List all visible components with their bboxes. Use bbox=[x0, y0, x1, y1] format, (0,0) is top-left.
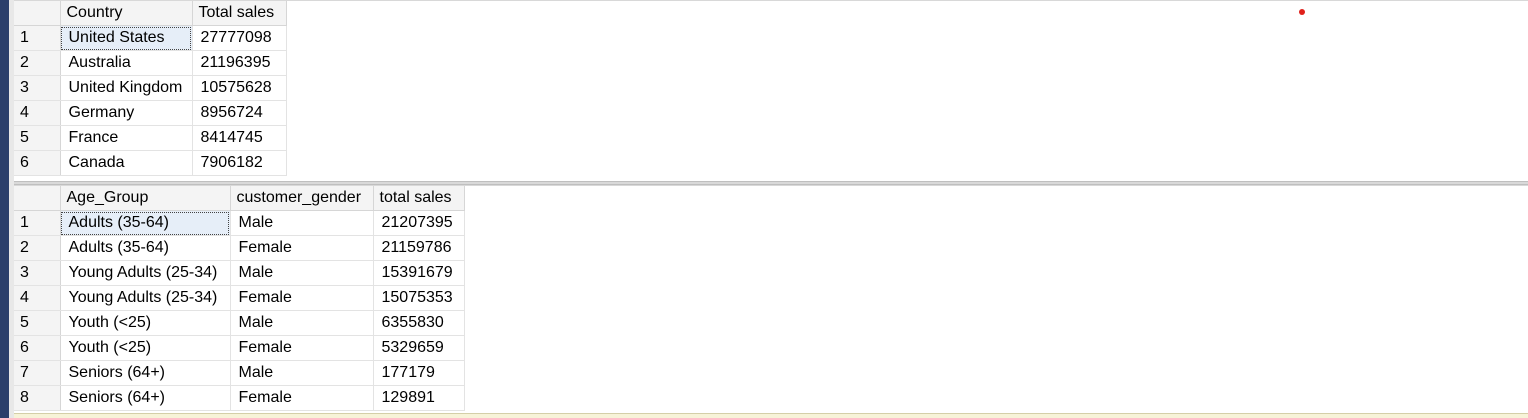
cell-total-sales[interactable]: 129891 bbox=[373, 385, 465, 411]
cell-country[interactable]: Germany bbox=[60, 100, 193, 126]
cell-age-group[interactable]: Seniors (64+) bbox=[60, 385, 231, 411]
row-number[interactable]: 7 bbox=[14, 360, 61, 386]
table-row[interactable]: 4 Young Adults (25-34) Female 15075353 bbox=[14, 285, 465, 311]
cell-age-group[interactable]: Young Adults (25-34) bbox=[60, 260, 231, 286]
cell-customer-gender[interactable]: Female bbox=[230, 235, 374, 261]
table-row[interactable]: 3 United Kingdom 10575628 bbox=[14, 75, 287, 101]
cell-country[interactable]: United Kingdom bbox=[60, 75, 193, 101]
row-number[interactable]: 1 bbox=[14, 210, 61, 236]
table-row[interactable]: 3 Young Adults (25-34) Male 15391679 bbox=[14, 260, 465, 286]
cell-customer-gender[interactable]: Female bbox=[230, 335, 374, 361]
header-row: Country Total sales bbox=[14, 1, 287, 26]
cell-age-group[interactable]: Youth (<25) bbox=[60, 335, 231, 361]
cell-total-sales[interactable]: 5329659 bbox=[373, 335, 465, 361]
cell-total-sales[interactable]: 27777098 bbox=[192, 25, 287, 51]
table-row[interactable]: 6 Canada 7906182 bbox=[14, 150, 287, 176]
row-number[interactable]: 6 bbox=[14, 150, 61, 176]
cell-total-sales[interactable]: 6355830 bbox=[373, 310, 465, 336]
row-number[interactable]: 6 bbox=[14, 335, 61, 361]
cell-customer-gender[interactable]: Male bbox=[230, 210, 374, 236]
cell-age-group[interactable]: Young Adults (25-34) bbox=[60, 285, 231, 311]
table-row[interactable]: 4 Germany 8956724 bbox=[14, 100, 287, 126]
row-number[interactable]: 5 bbox=[14, 310, 61, 336]
status-strip bbox=[14, 413, 1528, 418]
cell-total-sales[interactable]: 8414745 bbox=[192, 125, 287, 151]
cell-total-sales[interactable]: 10575628 bbox=[192, 75, 287, 101]
table-row[interactable]: 6 Youth (<25) Female 5329659 bbox=[14, 335, 465, 361]
table-row[interactable]: 2 Adults (35-64) Female 21159786 bbox=[14, 235, 465, 261]
cell-total-sales[interactable]: 21159786 bbox=[373, 235, 465, 261]
cell-age-group[interactable]: Seniors (64+) bbox=[60, 360, 231, 386]
cell-customer-gender[interactable]: Male bbox=[230, 260, 374, 286]
cell-total-sales[interactable]: 15075353 bbox=[373, 285, 465, 311]
row-number[interactable]: 4 bbox=[14, 285, 61, 311]
results-window: Country Total sales 1 United States 2777… bbox=[0, 0, 1528, 418]
row-number[interactable]: 4 bbox=[14, 100, 61, 126]
cell-total-sales[interactable]: 8956724 bbox=[192, 100, 287, 126]
row-number[interactable]: 8 bbox=[14, 385, 61, 411]
row-number[interactable]: 1 bbox=[14, 25, 61, 51]
corner-cell[interactable] bbox=[14, 1, 61, 26]
cell-total-sales[interactable]: 15391679 bbox=[373, 260, 465, 286]
row-number[interactable]: 2 bbox=[14, 50, 61, 76]
cell-country[interactable]: Australia bbox=[60, 50, 193, 76]
age-gender-sales-table: Age_Group customer_gender total sales 1 … bbox=[14, 186, 465, 411]
cell-customer-gender[interactable]: Female bbox=[230, 285, 374, 311]
cell-age-group[interactable]: Adults (35-64) bbox=[60, 210, 231, 236]
result-grid-1[interactable]: Country Total sales 1 United States 2777… bbox=[14, 0, 1528, 182]
cell-total-sales[interactable]: 21207395 bbox=[373, 210, 465, 236]
column-header-country[interactable]: Country bbox=[60, 1, 193, 26]
column-header-customer-gender[interactable]: customer_gender bbox=[230, 186, 374, 211]
cell-total-sales[interactable]: 7906182 bbox=[192, 150, 287, 176]
row-number[interactable]: 5 bbox=[14, 125, 61, 151]
cell-country[interactable]: Canada bbox=[60, 150, 193, 176]
cell-total-sales[interactable]: 177179 bbox=[373, 360, 465, 386]
header-row: Age_Group customer_gender total sales bbox=[14, 186, 465, 211]
cell-country[interactable]: France bbox=[60, 125, 193, 151]
red-indicator-dot bbox=[1299, 9, 1305, 15]
table-row[interactable]: 8 Seniors (64+) Female 129891 bbox=[14, 385, 465, 411]
row-number[interactable]: 2 bbox=[14, 235, 61, 261]
row-number[interactable]: 3 bbox=[14, 260, 61, 286]
result-grid-2[interactable]: Age_Group customer_gender total sales 1 … bbox=[14, 185, 1528, 414]
row-number[interactable]: 3 bbox=[14, 75, 61, 101]
left-edge-bar bbox=[0, 0, 9, 418]
table-row[interactable]: 1 United States 27777098 bbox=[14, 25, 287, 51]
country-sales-table: Country Total sales 1 United States 2777… bbox=[14, 1, 287, 176]
table-row[interactable]: 5 France 8414745 bbox=[14, 125, 287, 151]
table-row[interactable]: 7 Seniors (64+) Male 177179 bbox=[14, 360, 465, 386]
cell-country[interactable]: United States bbox=[60, 25, 193, 51]
cell-customer-gender[interactable]: Female bbox=[230, 385, 374, 411]
table-row[interactable]: 5 Youth (<25) Male 6355830 bbox=[14, 310, 465, 336]
column-header-total-sales[interactable]: total sales bbox=[373, 186, 465, 211]
cell-customer-gender[interactable]: Male bbox=[230, 310, 374, 336]
cell-customer-gender[interactable]: Male bbox=[230, 360, 374, 386]
table-row[interactable]: 2 Australia 21196395 bbox=[14, 50, 287, 76]
cell-total-sales[interactable]: 21196395 bbox=[192, 50, 287, 76]
corner-cell[interactable] bbox=[14, 186, 61, 211]
table-row[interactable]: 1 Adults (35-64) Male 21207395 bbox=[14, 210, 465, 236]
column-header-age-group[interactable]: Age_Group bbox=[60, 186, 231, 211]
cell-age-group[interactable]: Youth (<25) bbox=[60, 310, 231, 336]
column-header-total-sales[interactable]: Total sales bbox=[192, 1, 287, 26]
cell-age-group[interactable]: Adults (35-64) bbox=[60, 235, 231, 261]
